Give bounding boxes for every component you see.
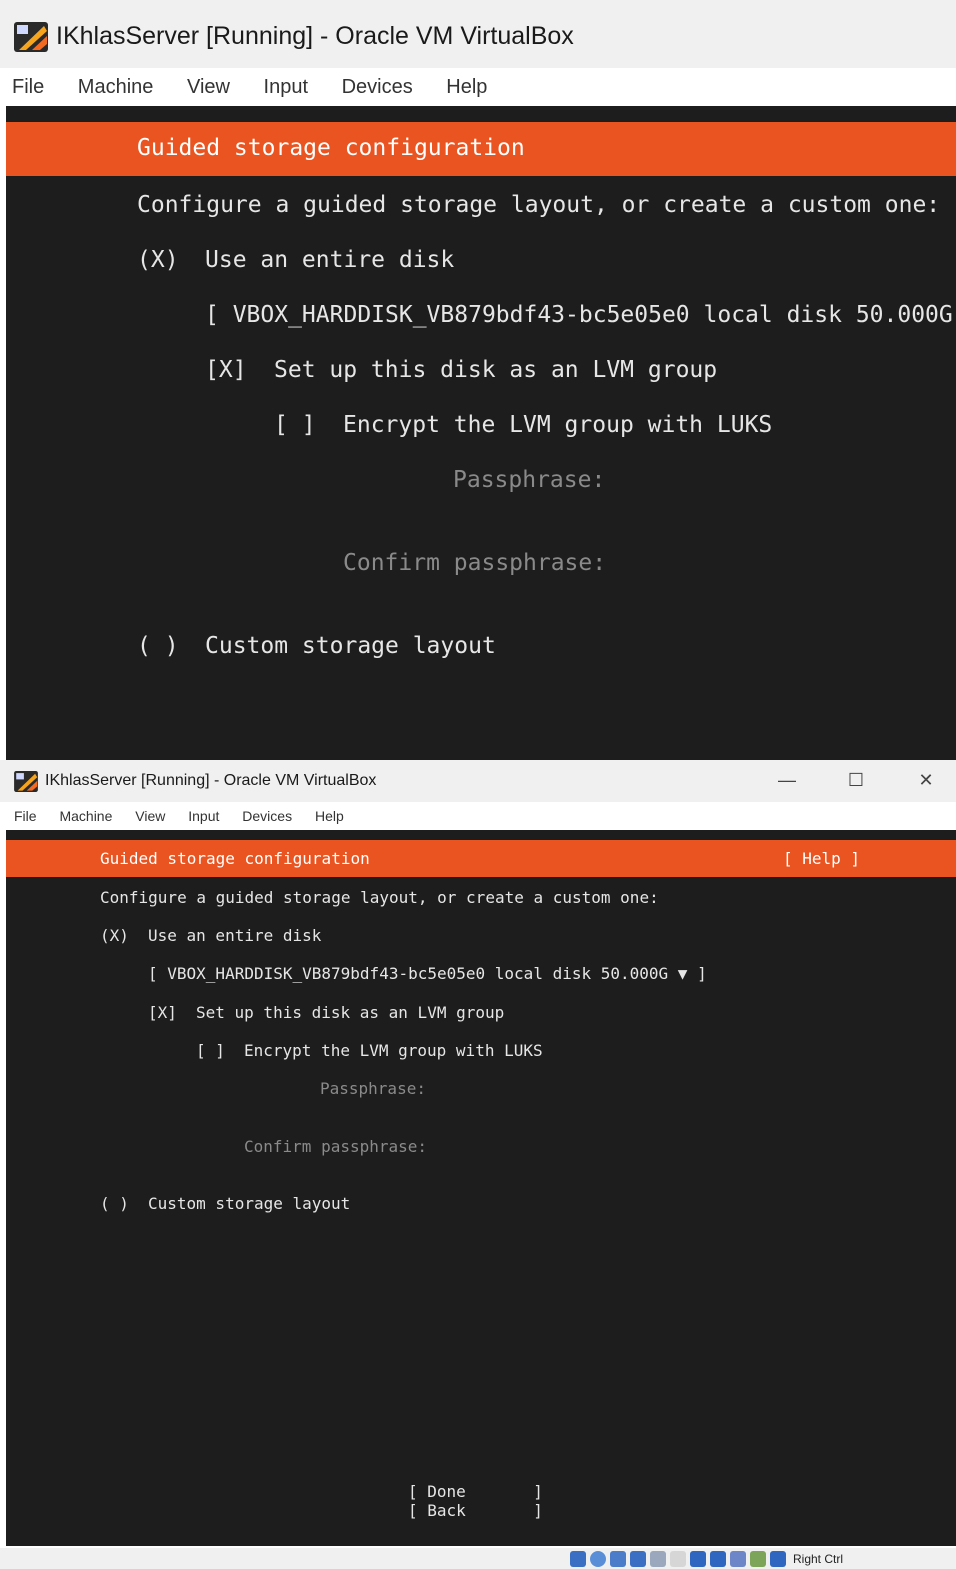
- installer-header: Guided storage configuration [ Help ]: [6, 840, 956, 877]
- menu-bar: File Machine View Input Devices Help: [0, 802, 956, 830]
- passphrase-label: Passphrase:: [320, 1079, 426, 1098]
- display-icon[interactable]: [690, 1551, 706, 1567]
- host-key-label: Right Ctrl: [793, 1552, 844, 1566]
- menu-input[interactable]: Input: [264, 68, 308, 106]
- confirm-passphrase-label: Confirm passphrase:: [343, 550, 607, 576]
- entire-disk-radio[interactable]: (X): [100, 926, 129, 945]
- custom-radio[interactable]: ( ): [100, 1194, 129, 1213]
- lvm-label[interactable]: Set up this disk as an LVM group: [274, 357, 717, 383]
- optical-drive-icon[interactable]: [590, 1551, 606, 1567]
- disk-select[interactable]: [ VBOX_HARDDISK_VB879bdf43-bc5e05e0 loca…: [148, 964, 707, 983]
- luks-label[interactable]: Encrypt the LVM group with LUKS: [343, 412, 772, 438]
- network-icon[interactable]: [630, 1551, 646, 1567]
- title-bar: IKhlasServer [Running] - Oracle VM Virtu…: [0, 760, 956, 802]
- entire-disk-label[interactable]: Use an entire disk: [205, 247, 454, 273]
- menu-machine[interactable]: Machine: [78, 68, 154, 106]
- custom-label[interactable]: Custom storage layout: [148, 1194, 350, 1213]
- luks-checkbox[interactable]: [ ]: [196, 1041, 225, 1060]
- lvm-checkbox[interactable]: [X]: [148, 1003, 177, 1022]
- audio-icon[interactable]: [610, 1551, 626, 1567]
- lvm-checkbox[interactable]: [X]: [205, 357, 247, 383]
- virtualbox-icon: [14, 22, 48, 57]
- close-icon[interactable]: ✕: [903, 760, 949, 800]
- menu-devices[interactable]: Devices: [342, 68, 413, 106]
- done-button[interactable]: [ Done ]: [408, 1482, 543, 1501]
- minimize-icon[interactable]: —: [764, 760, 810, 800]
- header-title: Guided storage configuration: [100, 849, 370, 868]
- menu-machine[interactable]: Machine: [59, 802, 112, 830]
- vbox-window: IKhlasServer [Running] - Oracle VM Virtu…: [0, 760, 956, 1569]
- intro-text: Configure a guided storage layout, or cr…: [100, 888, 659, 907]
- menu-view[interactable]: View: [187, 68, 230, 106]
- menu-devices[interactable]: Devices: [242, 802, 292, 830]
- menu-file[interactable]: File: [14, 802, 37, 830]
- menu-file[interactable]: File: [12, 68, 44, 106]
- status-bar: Right Ctrl: [0, 1548, 956, 1569]
- window-title: IKhlasServer [Running] - Oracle VM Virtu…: [56, 22, 574, 50]
- header-title: Guided storage configuration: [137, 135, 525, 161]
- video-capture-icon[interactable]: [710, 1551, 726, 1567]
- confirm-passphrase-label: Confirm passphrase:: [244, 1137, 428, 1156]
- virtualbox-icon: [14, 771, 38, 797]
- hard-disk-icon[interactable]: [570, 1551, 586, 1567]
- keyboard-icon[interactable]: [770, 1551, 786, 1567]
- maximize-icon[interactable]: ☐: [833, 760, 879, 800]
- menu-help[interactable]: Help: [446, 68, 487, 106]
- shared-folders-icon[interactable]: [670, 1551, 686, 1567]
- entire-disk-radio[interactable]: (X): [137, 247, 179, 273]
- back-button[interactable]: [ Back ]: [408, 1501, 543, 1520]
- cpu-icon[interactable]: [730, 1551, 746, 1567]
- help-button[interactable]: [ Help ]: [783, 849, 860, 868]
- vm-screen-zoomed[interactable]: Guided storage configuration Configure a…: [6, 106, 956, 760]
- custom-label[interactable]: Custom storage layout: [205, 633, 496, 659]
- vbox-window-zoomed: IKhlasServer [Running] - Oracle VM Virtu…: [0, 0, 956, 760]
- intro-text: Configure a guided storage layout, or cr…: [137, 192, 941, 218]
- usb-icon[interactable]: [650, 1551, 666, 1567]
- window-title: IKhlasServer [Running] - Oracle VM Virtu…: [45, 772, 377, 789]
- luks-label[interactable]: Encrypt the LVM group with LUKS: [244, 1041, 543, 1060]
- mouse-integration-icon[interactable]: [750, 1551, 766, 1567]
- menu-help[interactable]: Help: [315, 802, 344, 830]
- installer-header: Guided storage configuration: [6, 122, 956, 176]
- vm-screen[interactable]: Guided storage configuration [ Help ] Co…: [6, 830, 956, 1546]
- entire-disk-label[interactable]: Use an entire disk: [148, 926, 321, 945]
- disk-select[interactable]: [ VBOX_HARDDISK_VB879bdf43-bc5e05e0 loca…: [205, 302, 953, 328]
- luks-checkbox[interactable]: [ ]: [274, 412, 316, 438]
- menu-bar: File Machine View Input Devices Help: [0, 68, 956, 106]
- lvm-label[interactable]: Set up this disk as an LVM group: [196, 1003, 504, 1022]
- custom-radio[interactable]: ( ): [137, 633, 179, 659]
- title-bar: IKhlasServer [Running] - Oracle VM Virtu…: [0, 0, 956, 68]
- menu-view[interactable]: View: [135, 802, 165, 830]
- menu-input[interactable]: Input: [188, 802, 219, 830]
- passphrase-label: Passphrase:: [453, 467, 606, 493]
